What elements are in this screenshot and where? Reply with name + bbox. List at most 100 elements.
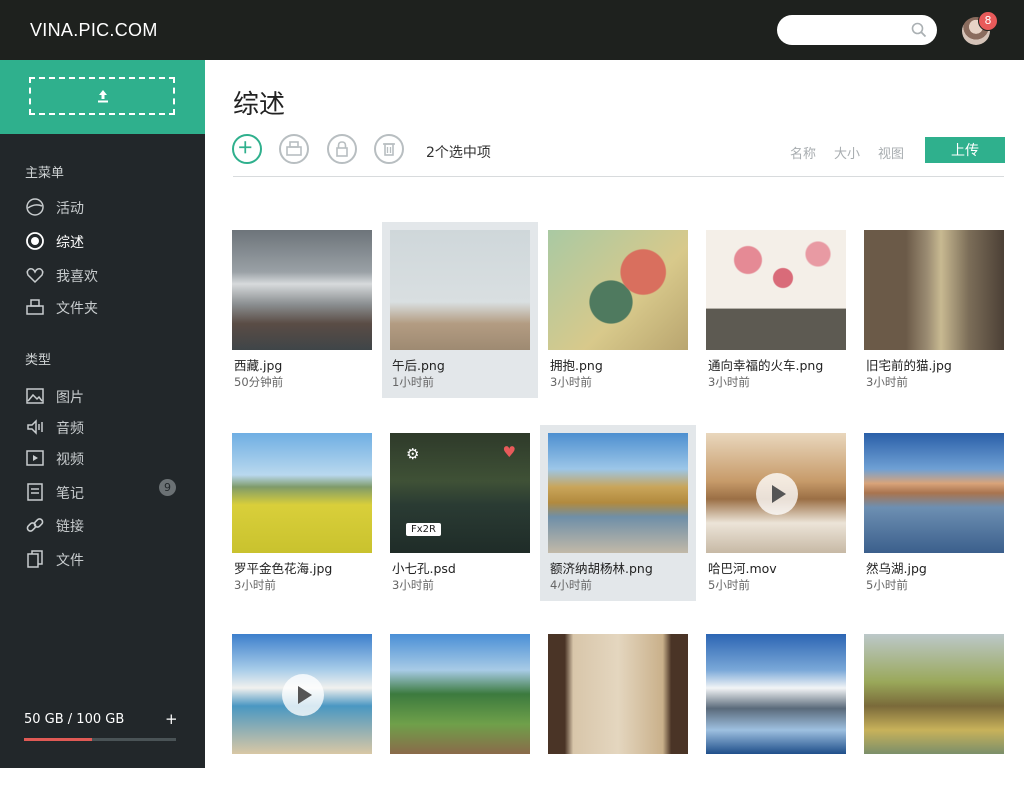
file-time: 5小时前 (866, 578, 908, 592)
trash-icon (383, 143, 395, 156)
sort-by-name[interactable]: 名称 (790, 143, 816, 162)
file-card[interactable]: 然乌湖.jpg 5小时前 (856, 425, 1012, 601)
nav-item-folder[interactable]: 文件夹 (25, 296, 185, 318)
thumbnail-image[interactable] (706, 634, 846, 754)
nav-label: 链接 (56, 519, 84, 535)
file-name: 通向幸福的火车.png (708, 358, 824, 373)
file-card[interactable]: 罗平金色花海.jpg 3小时前 (224, 425, 380, 601)
sort-by-size[interactable]: 大小 (834, 143, 860, 162)
main-menu-title: 主菜单 (25, 166, 65, 181)
view-toggle[interactable]: 视图 (878, 143, 904, 162)
thumbnail-image[interactable] (864, 433, 1004, 553)
upload-drop-zone[interactable] (0, 60, 205, 134)
heart-icon[interactable]: ♥ (503, 443, 516, 461)
thumbnail-image[interactable] (706, 230, 846, 350)
file-card[interactable]: 午后.png 1小时前 (382, 222, 538, 398)
file-card[interactable]: 旧宅前的猫.jpg 3小时前 (856, 222, 1012, 398)
file-time: 3小时前 (392, 578, 434, 592)
nav-item-images[interactable]: 图片 (25, 385, 185, 407)
site-logo[interactable]: VINA.PIC.COM (30, 20, 158, 41)
audio-icon (27, 419, 43, 435)
notification-badge[interactable]: 8 (978, 11, 998, 31)
file-card[interactable]: 拥抱.png 3小时前 (540, 222, 696, 398)
file-card[interactable] (540, 626, 696, 802)
file-name: 拥抱.png (550, 358, 603, 373)
file-icon (27, 550, 43, 568)
thumbnail-image[interactable] (390, 230, 530, 350)
file-time: 3小时前 (708, 375, 750, 389)
file-name: 西藏.jpg (234, 358, 283, 373)
nav-item-files[interactable]: 文件 (25, 548, 185, 570)
file-name: 旧宅前的猫.jpg (866, 358, 952, 373)
thumbnail-image[interactable]: ⚙ ♥ Fx2R (390, 433, 530, 553)
file-card[interactable] (856, 626, 1012, 802)
add-storage-button[interactable]: + (165, 710, 178, 728)
upload-dashed-frame[interactable] (29, 77, 175, 115)
nav-label: 活动 (56, 201, 84, 217)
nav-label: 图片 (56, 390, 84, 406)
thumbnail-image[interactable] (548, 433, 688, 553)
nav-label: 视频 (56, 452, 84, 468)
gear-icon[interactable]: ⚙ (406, 445, 419, 463)
selected-count: 2个选中项 (426, 145, 491, 161)
nav-item-overview[interactable]: 综述 (25, 230, 185, 252)
thumbnail-image[interactable] (232, 230, 372, 350)
thumbnail-image[interactable] (706, 433, 846, 553)
link-icon (26, 518, 44, 532)
nav-label: 综述 (56, 235, 84, 251)
file-card[interactable] (224, 626, 380, 802)
upload-button[interactable]: 上传 (925, 137, 1005, 163)
thumbnail-image[interactable] (232, 433, 372, 553)
activity-icon (26, 198, 44, 216)
sidebar: 主菜单 活动 综述 我喜欢 文件夹 类型 图片 音频 9 视频 笔记 链接 文件… (0, 60, 205, 768)
heart-icon (26, 268, 44, 284)
file-card[interactable] (698, 626, 854, 802)
search-box[interactable] (777, 15, 937, 45)
file-time: 5小时前 (708, 578, 750, 592)
top-bar: VINA.PIC.COM 8 (0, 0, 1024, 60)
folder-icon (26, 299, 44, 315)
file-time: 1小时前 (392, 375, 434, 389)
storage-progress-bar (24, 738, 176, 741)
add-button[interactable] (232, 134, 262, 164)
nav-label: 音频 (56, 421, 84, 437)
nav-item-audio[interactable]: 音频 (25, 416, 185, 438)
thumbnail-image[interactable] (864, 634, 1004, 754)
print-button[interactable] (279, 134, 309, 164)
file-tag: Fx2R (406, 523, 441, 536)
play-icon[interactable] (282, 674, 324, 716)
upload-arrow-icon (98, 90, 108, 103)
search-icon[interactable] (911, 22, 927, 38)
nav-item-notes[interactable]: 笔记 (25, 481, 185, 503)
play-icon[interactable] (756, 473, 798, 515)
nav-item-favorites[interactable]: 我喜欢 (25, 264, 185, 286)
nav-label: 文件夹 (56, 301, 98, 317)
nav-item-links[interactable]: 链接 (25, 514, 185, 536)
lock-button[interactable] (327, 134, 357, 164)
file-card[interactable]: 哈巴河.mov 5小时前 (698, 425, 854, 601)
file-card[interactable]: 通向幸福的火车.png 3小时前 (698, 222, 854, 398)
toolbar-divider (233, 176, 1004, 177)
thumbnail-image[interactable] (548, 230, 688, 350)
file-card[interactable]: ⚙ ♥ Fx2R 小七孔.psd 3小时前 (382, 425, 538, 601)
lock-icon (336, 141, 348, 157)
file-name: 哈巴河.mov (708, 561, 777, 576)
nav-label: 文件 (56, 553, 84, 569)
thumbnail-image[interactable] (232, 634, 372, 754)
file-card[interactable] (382, 626, 538, 802)
nav-label: 我喜欢 (56, 269, 98, 285)
print-icon (286, 141, 302, 156)
file-name: 罗平金色花海.jpg (234, 561, 333, 576)
file-time: 3小时前 (550, 375, 592, 389)
thumbnail-image[interactable] (864, 230, 1004, 350)
file-card[interactable]: 西藏.jpg 50分钟前 (224, 222, 380, 398)
file-time: 3小时前 (234, 578, 276, 592)
nav-item-activity[interactable]: 活动 (25, 196, 185, 218)
delete-button[interactable] (374, 134, 404, 164)
thumbnail-image[interactable] (548, 634, 688, 754)
file-time: 3小时前 (866, 375, 908, 389)
file-name: 午后.png (392, 358, 445, 373)
nav-item-video[interactable]: 视频 (25, 447, 185, 469)
thumbnail-image[interactable] (390, 634, 530, 754)
file-card[interactable]: 额济纳胡杨林.png 4小时前 (540, 425, 696, 601)
